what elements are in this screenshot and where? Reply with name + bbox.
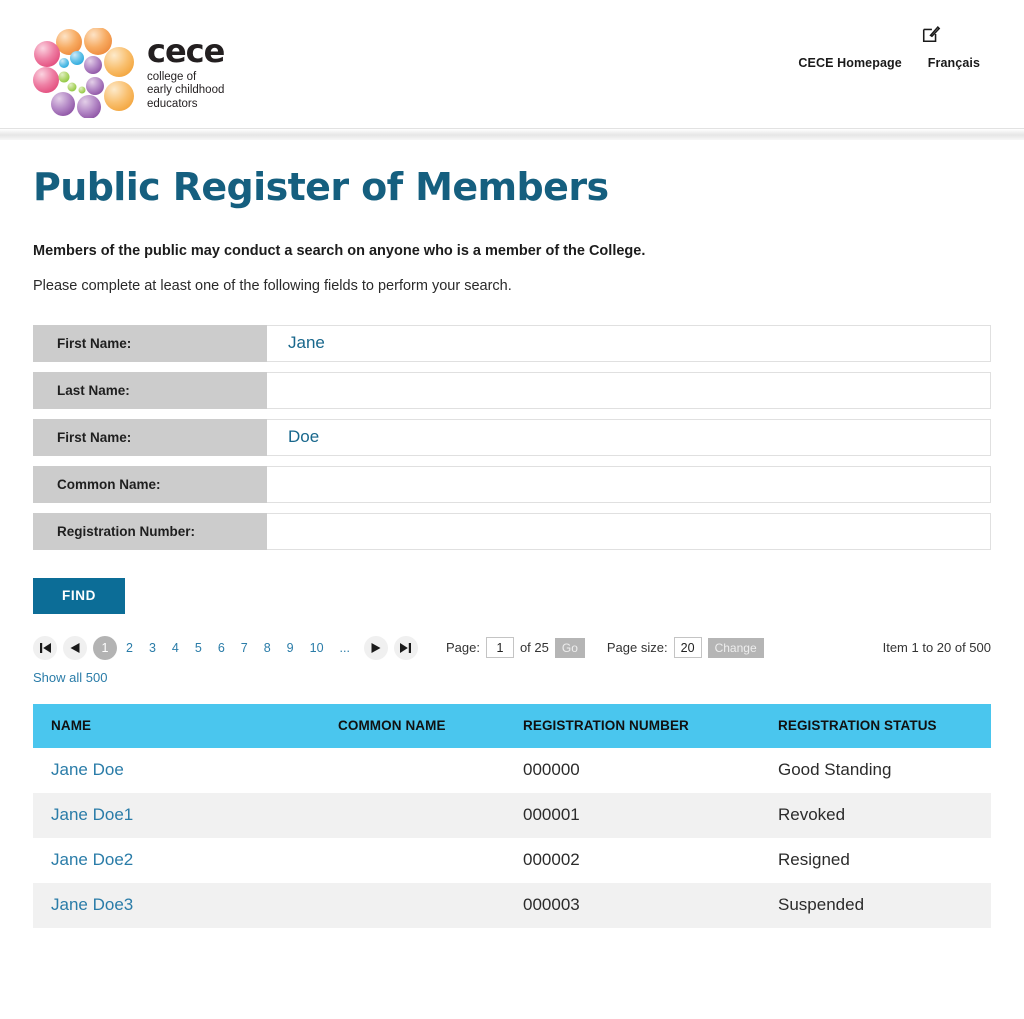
page-size-input[interactable] — [673, 637, 702, 659]
input-last-name[interactable] — [267, 371, 991, 409]
field-row-last-name: Last Name: — [33, 371, 991, 409]
pagination-page-9[interactable]: 9 — [287, 641, 294, 655]
logo-tagline-line-2: early childhood — [147, 84, 225, 97]
column-header-registration-number[interactable]: REGISTRATION NUMBER — [523, 703, 778, 748]
cell-common-name — [338, 793, 523, 838]
input-first-name[interactable] — [267, 324, 991, 362]
search-form: First Name: Last Name: First Name: Commo… — [33, 324, 991, 614]
cell-registration-number: 000000 — [523, 760, 580, 780]
pagination-ellipsis[interactable]: ... — [340, 641, 350, 655]
pagination-bar: 1 2 3 4 5 6 7 8 9 10 ... Page: of 25 Go — [33, 635, 991, 661]
field-row-first-name-2: First Name: — [33, 418, 991, 456]
pagination-current-page[interactable]: 1 — [93, 635, 117, 660]
results-table-head: NAME COMMON NAME REGISTRATION NUMBER REG… — [33, 703, 991, 748]
cell-common-name — [338, 838, 523, 883]
pagination-page-2[interactable]: 2 — [126, 641, 133, 655]
field-row-first-name: First Name: — [33, 324, 991, 362]
results-table-body: Jane Doe 000000 Good Standing Jane Doe1 … — [33, 747, 991, 928]
go-button[interactable]: Go — [554, 637, 585, 658]
previous-page-icon[interactable] — [63, 635, 87, 660]
table-header-row: NAME COMMON NAME REGISTRATION NUMBER REG… — [33, 703, 991, 748]
field-row-registration-number: Registration Number: — [33, 512, 991, 550]
pagination-page-7[interactable]: 7 — [241, 641, 248, 655]
show-all-link[interactable]: Show all 500 — [33, 670, 107, 685]
pagination-page-4[interactable]: 4 — [172, 641, 179, 655]
page-size-group: Page size: Change — [606, 637, 764, 659]
field-row-common-name: Common Name: — [33, 465, 991, 503]
cece-logo[interactable]: cece college of early childhood educator… — [33, 28, 225, 118]
cell-common-name — [338, 883, 523, 928]
intro-plain-text: Please complete at least one of the foll… — [33, 277, 512, 294]
page-size-label: Page size: — [606, 640, 668, 656]
table-row: Jane Doe1 000001 Revoked — [33, 792, 991, 838]
cell-registration-number: 000002 — [523, 850, 580, 870]
cell-name: Jane Doe — [33, 748, 338, 793]
next-page-icon[interactable] — [363, 635, 388, 660]
page-title: Public Register of Members — [33, 165, 609, 209]
label-first-name: First Name: — [33, 324, 267, 362]
page-jump-group: Page: of 25 Go — [445, 637, 585, 659]
cell-registration-number: 000001 — [523, 805, 580, 825]
cell-registration-number: 000003 — [523, 895, 580, 915]
member-name-link[interactable]: Jane Doe2 — [51, 850, 133, 869]
pagination-page-6[interactable]: 6 — [218, 641, 225, 655]
logo-tagline-line-1: college of — [147, 70, 197, 83]
input-common-name[interactable] — [267, 465, 991, 503]
item-range-count: Item 1 to 20 of 500 — [882, 640, 991, 656]
table-row: Jane Doe2 000002 Resigned — [33, 837, 991, 883]
pagination-page-8[interactable]: 8 — [264, 641, 271, 655]
logo-tagline: college of early childhood educators — [147, 71, 224, 112]
member-name-link[interactable]: Jane Doe1 — [51, 805, 133, 824]
cell-name: Jane Doe3 — [33, 883, 338, 928]
change-page-size-button[interactable]: Change — [707, 637, 764, 658]
input-registration-number[interactable] — [267, 512, 991, 550]
label-last-name: Last Name: — [33, 371, 267, 409]
header-divider — [0, 128, 1024, 140]
cell-registration-status: Good Standing — [778, 760, 892, 780]
first-page-icon[interactable] — [33, 635, 57, 660]
cell-registration-status: Resigned — [778, 850, 850, 870]
last-page-icon[interactable] — [393, 635, 418, 660]
find-button[interactable]: FIND — [33, 577, 125, 614]
pagination-page-5[interactable]: 5 — [195, 641, 202, 655]
cece-bubbles-logo-icon — [33, 28, 134, 118]
header-nav: CECE Homepage Français — [798, 56, 980, 70]
logo-wordmark: cece — [147, 31, 225, 70]
cell-registration-status: Revoked — [778, 805, 846, 825]
francais-language-link[interactable]: Français — [928, 56, 980, 70]
member-name-link[interactable]: Jane Doe — [51, 760, 124, 779]
column-header-common-name[interactable]: COMMON NAME — [338, 703, 523, 748]
cece-homepage-link[interactable]: CECE Homepage — [798, 56, 901, 70]
pagination-page-10[interactable]: 10 — [310, 641, 324, 655]
site-header: cece college of early childhood educator… — [0, 0, 1024, 128]
cell-name: Jane Doe1 — [33, 793, 338, 838]
cell-name: Jane Doe2 — [33, 838, 338, 883]
page-number-input[interactable] — [485, 637, 514, 659]
table-row: Jane Doe3 000003 Suspended — [33, 882, 991, 928]
main-content: Public Register of Members Members of th… — [0, 165, 1024, 928]
page-total-label: of 25 — [519, 640, 549, 656]
results-table: NAME COMMON NAME REGISTRATION NUMBER REG… — [33, 703, 991, 928]
page-label: Page: — [445, 640, 480, 656]
intro-bold-text: Members of the public may conduct a sear… — [33, 242, 646, 259]
input-first-name-2[interactable] — [267, 418, 991, 456]
compose-square-pencil-icon[interactable] — [921, 24, 941, 44]
cell-common-name — [338, 748, 523, 793]
pagination-page-3[interactable]: 3 — [149, 641, 156, 655]
column-header-name[interactable]: NAME — [33, 703, 338, 748]
label-registration-number: Registration Number: — [33, 512, 267, 550]
table-row: Jane Doe 000000 Good Standing — [33, 747, 991, 793]
member-name-link[interactable]: Jane Doe3 — [51, 895, 133, 914]
label-common-name: Common Name: — [33, 465, 267, 503]
logo-tagline-line-3: educators — [147, 97, 198, 110]
label-first-name-2: First Name: — [33, 418, 267, 456]
column-header-registration-status[interactable]: REGISTRATION STATUS — [778, 703, 991, 748]
cell-registration-status: Suspended — [778, 895, 865, 915]
